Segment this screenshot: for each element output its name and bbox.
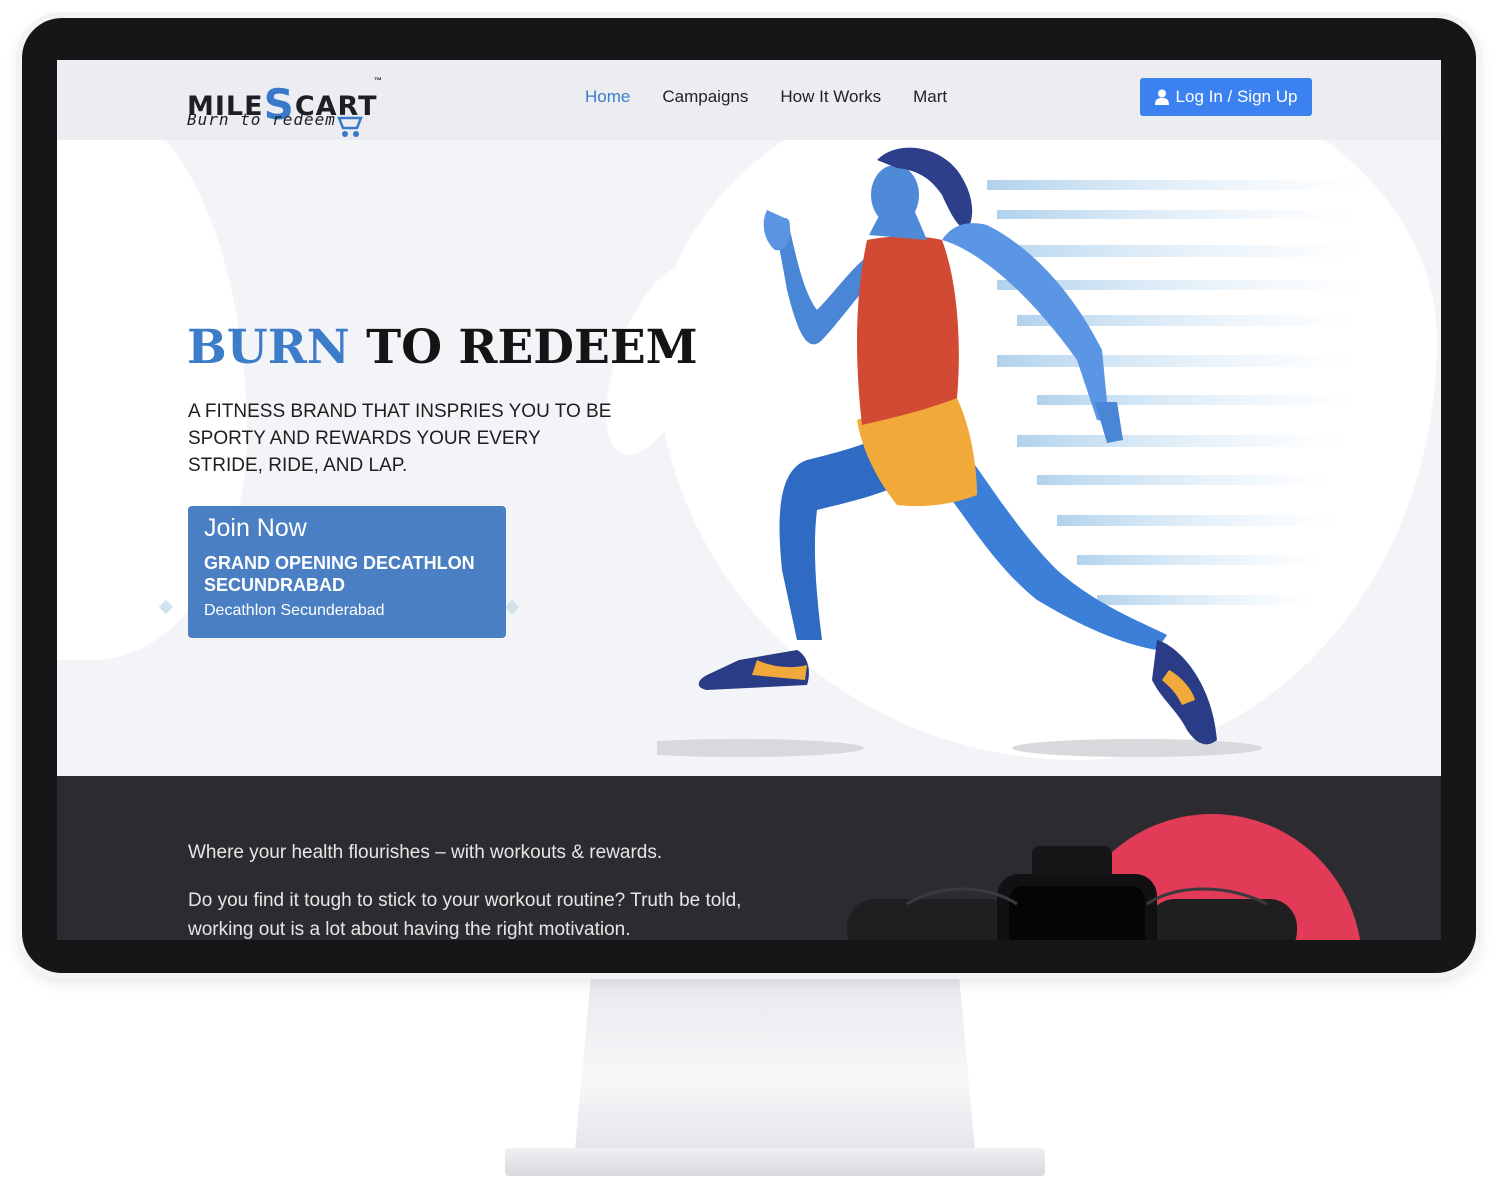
login-signup-button[interactable]: Log In / Sign Up — [1140, 78, 1312, 116]
login-signup-label: Log In / Sign Up — [1175, 87, 1298, 106]
nav-link-home[interactable]: Home — [585, 87, 630, 107]
website-screen: MILESCART ™ Burn to redeem Home Campaign… — [57, 60, 1441, 940]
cart-icon — [337, 116, 363, 137]
user-icon — [1154, 89, 1169, 105]
nav-link-campaigns[interactable]: Campaigns — [662, 87, 748, 107]
runner-illustration — [657, 147, 1367, 757]
about-headline: Where your health flourishes – with work… — [188, 842, 663, 863]
hero-section: BURN TO REDEEM A FITNESS BRAND THAT INSP… — [57, 140, 1441, 776]
join-now-card[interactable]: Join Now GRAND OPENING DECATHLON SECUNDR… — [188, 506, 506, 638]
monitor-stand — [575, 975, 975, 1150]
hero-title: BURN TO REDEEM — [187, 320, 698, 375]
milescart-logo[interactable]: MILESCART ™ Burn to redeem — [187, 74, 387, 137]
speed-streaks — [977, 180, 1367, 605]
join-now-label: Join Now — [204, 514, 307, 542]
smartwatch-illustration — [847, 846, 1297, 940]
main-nav: Home Campaigns How It Works Mart — [585, 87, 979, 107]
monitor-stand-base — [505, 1148, 1045, 1176]
carousel-next-marker[interactable] — [504, 599, 520, 615]
nav-link-mart[interactable]: Mart — [913, 87, 947, 107]
logo-tagline: Burn to redeem — [187, 110, 336, 129]
hero-title-accent: BURN — [187, 320, 350, 375]
hero-title-rest: TO REDEEM — [366, 320, 698, 375]
hero-subtitle: A FITNESS BRAND THAT INSPRIES YOU TO BE … — [188, 401, 612, 476]
logo-trademark: ™ — [374, 76, 382, 85]
event-location: Decathlon Secunderabad — [204, 602, 385, 619]
nav-link-how-it-works[interactable]: How It Works — [780, 87, 881, 107]
about-section: Where your health flourishes – with work… — [57, 776, 1441, 940]
event-name: GRAND OPENING DECATHLON SECUNDRABAD — [204, 553, 475, 595]
about-paragraph: Do you find it tough to stick to your wo… — [188, 890, 742, 940]
navbar: MILESCART ™ Burn to redeem Home Campaign… — [57, 60, 1441, 140]
